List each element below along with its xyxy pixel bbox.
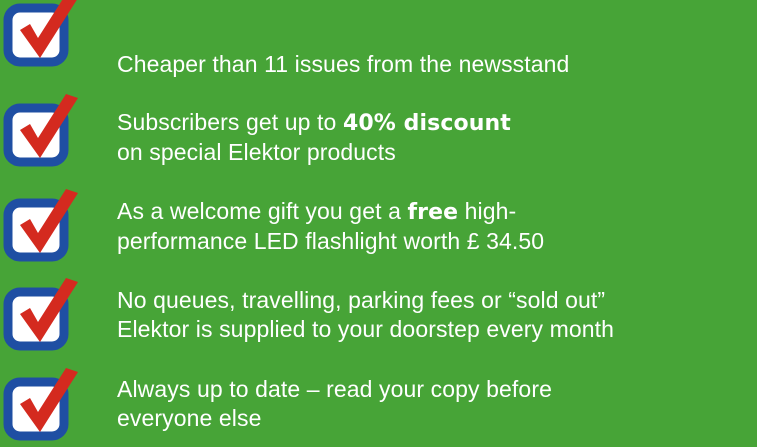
- benefit-text: Always up to date – read your copy befor…: [117, 375, 552, 433]
- benefit-line: Subscribers get up to 40% discount: [117, 108, 511, 138]
- benefit-text: No queues, travelling, parking fees or “…: [117, 286, 614, 344]
- benefit-list: Cheaper than 11 issues from the newsstan…: [0, 0, 757, 447]
- benefit-line: Cheaper than 11 issues from the newsstan…: [117, 51, 570, 77]
- benefit-line: As a welcome gift you get a free high-: [117, 197, 544, 227]
- free-highlight: free: [407, 200, 459, 225]
- benefit-line: on special Elektor products: [117, 139, 396, 165]
- benefit-text: As a welcome gift you get a free high- p…: [117, 197, 544, 256]
- discount-highlight: 40% discount: [342, 111, 511, 136]
- checkbox-checked-icon: [3, 189, 78, 262]
- checkbox-checked-icon: [3, 278, 78, 351]
- benefit-line: performance LED flashlight worth £ 34.50: [117, 228, 545, 254]
- benefit-line: everyone else: [117, 405, 262, 431]
- benefit-text: Subscribers get up to 40% discount on sp…: [117, 108, 511, 167]
- checkbox-checked-icon: [3, 94, 78, 167]
- checkbox-checked-icon: [3, 368, 78, 441]
- benefit-line: Elektor is supplied to your doorstep eve…: [117, 316, 614, 342]
- benefit-line: Always up to date – read your copy befor…: [117, 376, 552, 402]
- checkbox-checked-icon: [3, 0, 77, 67]
- benefit-text: Cheaper than 11 issues from the newsstan…: [117, 50, 569, 79]
- benefit-line: No queues, travelling, parking fees or “…: [117, 287, 606, 313]
- benefit-text-part: high-: [458, 198, 517, 224]
- benefit-text-part: Subscribers get up to: [117, 109, 343, 135]
- benefit-text-part: As a welcome gift you get a: [117, 198, 408, 224]
